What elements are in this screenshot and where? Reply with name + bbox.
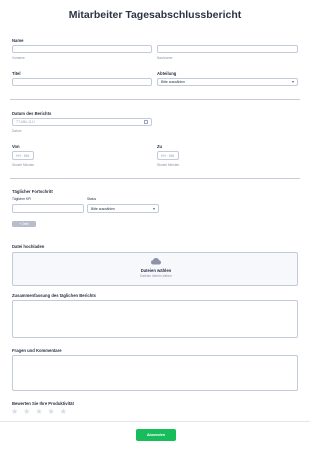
from-sublabel: Stunde Minuten bbox=[12, 163, 35, 167]
department-label: Abteilung bbox=[157, 71, 177, 76]
upload-hint: Dateien hierhin ziehen bbox=[140, 274, 172, 278]
chevron-down-icon: ▾ bbox=[291, 79, 294, 84]
upload-button-text[interactable]: Dateien wählen bbox=[13, 268, 299, 273]
name-label: Name bbox=[12, 38, 24, 43]
progress-col-status: Status bbox=[87, 197, 97, 201]
date-label: Datum des Berichts bbox=[12, 111, 52, 116]
progress-status-value: Bitte auswählen bbox=[91, 206, 115, 211]
questions-label: Fragen und Kommentare bbox=[12, 348, 62, 353]
submit-button[interactable]: Absenden bbox=[136, 429, 176, 441]
from-time-placeholder: HH : MM bbox=[16, 153, 30, 158]
department-select[interactable]: Bitte auswählen ▾ bbox=[157, 78, 298, 86]
calendar-icon[interactable] bbox=[144, 120, 148, 124]
progress-col-task: Täglicher KPI bbox=[12, 197, 32, 201]
to-label: Zu bbox=[157, 144, 163, 149]
star-icon[interactable]: ★ bbox=[23, 408, 30, 417]
upload-dropzone[interactable]: Dateien wählen Dateien hierhin ziehen bbox=[12, 252, 298, 286]
star-icon[interactable]: ★ bbox=[35, 408, 42, 417]
from-label: Von bbox=[12, 144, 20, 149]
progress-status-select[interactable]: Bitte auswählen ▾ bbox=[87, 204, 159, 213]
summary-textarea[interactable] bbox=[12, 300, 298, 338]
title-input[interactable] bbox=[12, 78, 152, 86]
date-sublabel: Datum bbox=[12, 129, 22, 133]
summary-label: Zusammenfassung des täglichen Berichts bbox=[12, 293, 97, 298]
first-name-sublabel: Vorname bbox=[12, 56, 25, 60]
to-time-input[interactable]: HH : MM bbox=[157, 151, 179, 160]
star-icon[interactable]: ★ bbox=[48, 408, 55, 417]
chevron-down-icon: ▾ bbox=[152, 205, 155, 211]
footer-divider bbox=[0, 421, 310, 422]
cloud-upload-icon bbox=[151, 258, 161, 265]
questions-textarea[interactable] bbox=[12, 355, 298, 391]
last-name-input[interactable] bbox=[157, 45, 298, 53]
title-label: Titel bbox=[12, 71, 21, 76]
first-name-input[interactable] bbox=[12, 45, 152, 53]
to-time-placeholder: HH : MM bbox=[161, 153, 175, 158]
last-name-sublabel: Nachname bbox=[157, 56, 173, 60]
department-select-value: Bitte auswählen bbox=[161, 80, 185, 84]
progress-label: Täglicher Fortschritt bbox=[12, 189, 53, 194]
date-placeholder: TT-MM-JJJJ bbox=[16, 120, 35, 124]
from-time-input[interactable]: HH : MM bbox=[12, 151, 34, 160]
page-title: Mitarbeiter Tagesabschlussbericht bbox=[68, 9, 242, 21]
add-row-button[interactable]: + Zeile hinzufügen bbox=[12, 221, 36, 232]
star-rating: ★ ★ ★ ★ ★ bbox=[11, 408, 81, 417]
rating-label: Bewerten Sie Ihre Produktivität bbox=[12, 401, 74, 406]
section-divider-2 bbox=[10, 178, 300, 179]
upload-label: Datei hochladen bbox=[12, 244, 45, 249]
star-icon[interactable]: ★ bbox=[60, 408, 67, 417]
to-sublabel: Stunde Minuten bbox=[157, 163, 180, 167]
star-icon[interactable]: ★ bbox=[11, 408, 18, 417]
date-input[interactable]: TT-MM-JJJJ bbox=[12, 118, 152, 126]
progress-task-input[interactable] bbox=[12, 204, 84, 213]
section-divider-1 bbox=[10, 99, 300, 100]
